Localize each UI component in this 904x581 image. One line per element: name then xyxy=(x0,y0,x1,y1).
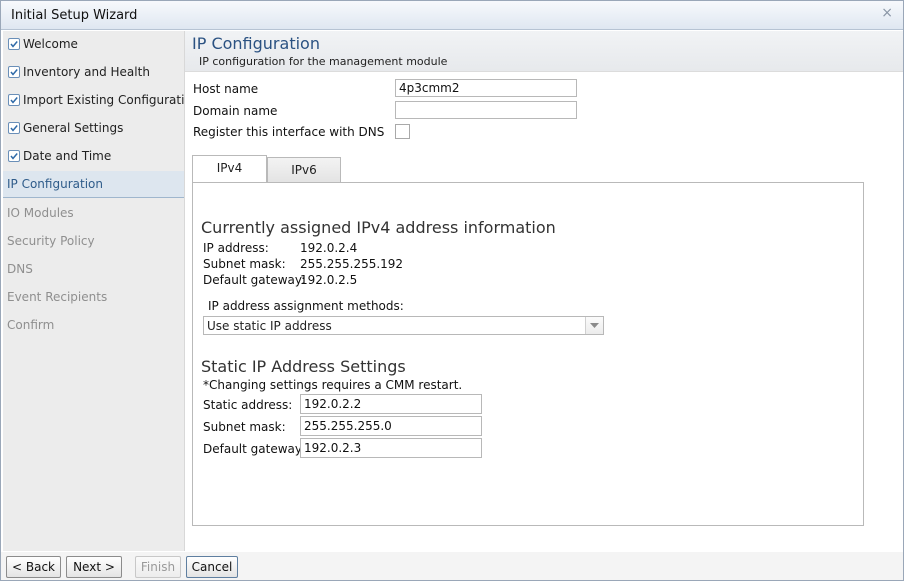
checked-icon xyxy=(8,38,20,50)
sidebar-item-general-settings[interactable]: General Settings xyxy=(3,115,184,141)
current-ip-address-row: IP address: 192.0.2.4 xyxy=(203,241,357,255)
tab-ipv4[interactable]: IPv4 xyxy=(192,155,267,183)
static-address-field[interactable] xyxy=(300,394,482,414)
ip-version-tabs: IPv4 IPv6 xyxy=(192,155,848,183)
checked-icon xyxy=(8,66,20,78)
register-dns-label: Register this interface with DNS xyxy=(193,125,385,139)
checked-icon xyxy=(8,94,20,106)
sidebar-item-label: General Settings xyxy=(23,121,124,135)
domain-name-field[interactable] xyxy=(395,101,577,119)
sidebar-item-label: Confirm xyxy=(7,318,55,332)
current-subnet-mask-row: Subnet mask: 255.255.255.192 xyxy=(203,257,403,271)
static-default-gateway-label: Default gateway: xyxy=(203,442,306,456)
close-icon[interactable]: × xyxy=(881,5,893,21)
current-subnet-mask-label: Subnet mask: xyxy=(203,257,286,271)
current-ip-address-label: IP address: xyxy=(203,241,269,255)
sidebar-item-event-recipients: Event Recipients xyxy=(3,284,184,310)
next-button[interactable]: Next > xyxy=(66,556,122,578)
sidebar-item-label: DNS xyxy=(7,262,33,276)
current-default-gateway-label: Default gateway: xyxy=(203,273,306,287)
assignment-method-value: Use static IP address xyxy=(207,319,332,333)
static-settings-title: Static IP Address Settings xyxy=(201,357,406,376)
static-subnet-mask-label: Subnet mask: xyxy=(203,420,286,434)
tab-ipv6[interactable]: IPv6 xyxy=(267,157,341,183)
finish-button: Finish xyxy=(135,556,181,578)
checked-icon xyxy=(8,122,20,134)
static-default-gateway-field[interactable] xyxy=(300,438,482,458)
wizard-footer: < Back Next > Finish Cancel xyxy=(1,552,903,580)
sidebar-item-label: IO Modules xyxy=(7,206,74,220)
sidebar-item-label: Event Recipients xyxy=(7,290,108,304)
sidebar-item-io-modules: IO Modules xyxy=(3,200,184,226)
sidebar-item-security-policy: Security Policy xyxy=(3,228,184,254)
static-restart-note: *Changing settings requires a CMM restar… xyxy=(203,378,463,392)
sidebar-item-label: Welcome xyxy=(23,37,78,51)
domain-name-label: Domain name xyxy=(193,104,278,118)
sidebar-item-label: IP Configuration xyxy=(7,177,103,191)
assignment-methods-label: IP address assignment methods: xyxy=(208,299,404,313)
sidebar-item-welcome[interactable]: Welcome xyxy=(3,31,184,57)
checked-icon xyxy=(8,150,20,162)
register-dns-checkbox[interactable] xyxy=(395,124,410,139)
back-button[interactable]: < Back xyxy=(6,556,61,578)
page-subtitle: IP configuration for the management modu… xyxy=(199,55,448,68)
current-subnet-mask-value: 255.255.255.192 xyxy=(300,257,404,271)
sidebar-item-inventory-and-health[interactable]: Inventory and Health xyxy=(3,59,184,85)
current-ip-address-value: 192.0.2.4 xyxy=(300,241,358,255)
title-bar: Initial Setup Wizard × xyxy=(1,1,903,30)
host-name-label: Host name xyxy=(193,82,259,96)
sidebar-item-label: Import Existing Configuration xyxy=(23,93,200,107)
cancel-button[interactable]: Cancel xyxy=(186,556,238,578)
main-content: IP Configuration IP configuration for th… xyxy=(185,31,903,551)
setup-wizard-window: Initial Setup Wizard × Welcome Inventory… xyxy=(0,0,904,581)
chevron-down-icon[interactable] xyxy=(585,317,603,334)
sidebar-item-import-existing-configuration[interactable]: Import Existing Configuration xyxy=(3,87,199,113)
wizard-steps-sidebar: Welcome Inventory and Health Import Exis… xyxy=(3,31,199,551)
sidebar-item-date-and-time[interactable]: Date and Time xyxy=(3,143,184,169)
current-default-gateway-row: Default gateway: 192.0.2.5 xyxy=(203,273,357,287)
static-subnet-mask-field[interactable] xyxy=(300,416,482,436)
ipv4-tab-panel: Currently assigned IPv4 address informat… xyxy=(192,182,864,526)
sidebar-item-ip-configuration[interactable]: IP Configuration xyxy=(3,171,184,198)
window-title: Initial Setup Wizard xyxy=(11,8,138,23)
current-default-gateway-value: 192.0.2.5 xyxy=(300,273,358,287)
sidebar-item-label: Security Policy xyxy=(7,234,95,248)
sidebar-item-label: Date and Time xyxy=(23,149,112,163)
assignment-method-select[interactable]: Use static IP address xyxy=(203,316,604,335)
sidebar-item-dns: DNS xyxy=(3,256,184,282)
static-address-label: Static address: xyxy=(203,398,293,412)
page-header: IP Configuration IP configuration for th… xyxy=(185,31,903,72)
host-name-field[interactable] xyxy=(395,79,577,97)
sidebar-item-label: Inventory and Health xyxy=(23,65,150,79)
current-ipv4-title: Currently assigned IPv4 address informat… xyxy=(201,218,556,237)
page-title: IP Configuration xyxy=(192,34,320,53)
sidebar-item-confirm: Confirm xyxy=(3,312,184,338)
